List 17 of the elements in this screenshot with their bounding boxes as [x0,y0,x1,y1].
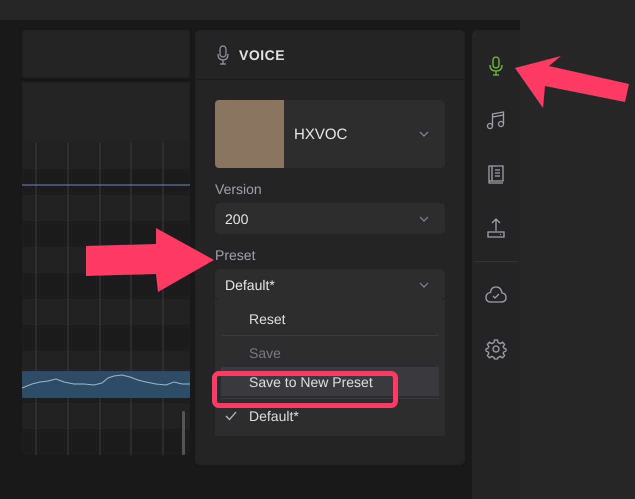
field-label: Preset [215,247,256,263]
panel-title: VOICE [239,46,286,62]
field-label: Version [215,181,263,197]
preset-select[interactable]: Default* [215,269,445,300]
upload-icon[interactable] [485,217,507,239]
chevron-down-icon [419,131,429,137]
checkmark-icon [225,410,237,420]
microphone-icon [217,44,229,64]
chevron-down-icon [419,282,429,288]
menu-item[interactable]: Default* [221,401,439,430]
chevron-down-icon [419,216,429,222]
version-select[interactable]: 200 [215,203,445,234]
voice-select[interactable]: HXVOC [215,100,445,168]
settings-icon[interactable] [485,338,507,360]
photo-placeholder [215,100,284,168]
music-note-icon[interactable] [485,109,507,131]
menu-item[interactable]: Reset [221,304,439,333]
